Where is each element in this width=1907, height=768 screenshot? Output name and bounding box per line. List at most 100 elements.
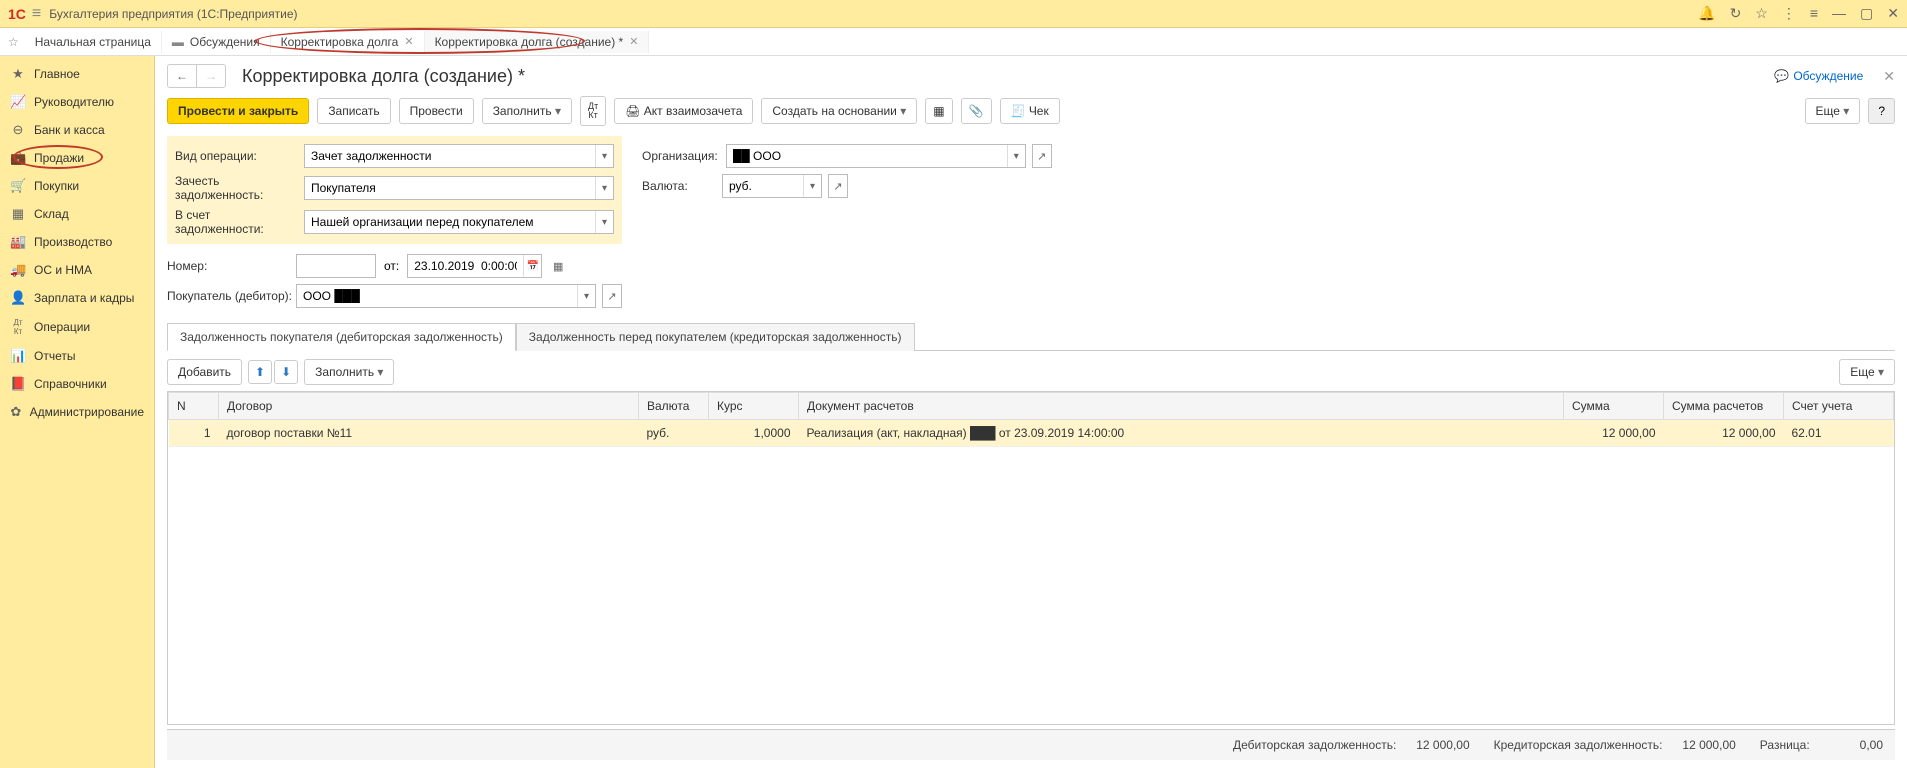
chart-icon: 📈 [10,94,26,110]
date-input[interactable] [408,255,523,277]
create-based-button[interactable]: Создать на основании [761,98,917,124]
close-icon[interactable]: ✕ [629,35,638,48]
against-input[interactable] [305,211,595,233]
maximize-icon[interactable]: ▢ [1860,5,1873,22]
close-page-icon[interactable]: ✕ [1883,68,1895,85]
star-icon[interactable]: ☆ [1755,5,1768,22]
table-fill-button[interactable]: Заполнить [304,359,394,385]
content-area: ← → Корректировка долга (создание) * 💬Об… [155,56,1907,768]
debit-label: Дебиторская задолженность: [1233,738,1396,752]
col-sumcalc[interactable]: Сумма расчетов [1664,393,1784,420]
col-currency[interactable]: Валюта [639,393,709,420]
sidebar: ★Главное 📈Руководителю ⊖Банк и касса 💼Пр… [0,56,155,768]
post-and-close-button[interactable]: Провести и закрыть [167,98,309,124]
sidebar-item-assets[interactable]: 🚚ОС и НМА [0,256,154,284]
org-input[interactable] [727,145,1007,167]
bell-icon[interactable]: 🔔 [1698,5,1715,22]
structure-button[interactable]: ▦ [925,98,952,124]
col-rate[interactable]: Курс [709,393,799,420]
titlebar: 1C ≡ Бухгалтерия предприятия (1С:Предпри… [0,0,1907,28]
op-type-label: Вид операции: [175,149,300,163]
report-icon: 📊 [10,348,26,364]
discussion-icon: ▬ [172,35,184,49]
dropdown-icon[interactable]: ▾ [595,145,613,167]
tab-debtor[interactable]: Задолженность покупателя (дебиторская за… [167,323,516,351]
logo-1c: 1C [8,6,26,22]
calendar-icon[interactable]: 📅 [523,255,541,277]
tab-home[interactable]: Начальная страница [25,31,162,53]
history-icon[interactable]: ↻ [1730,5,1742,22]
tab-discussions[interactable]: ▬Обсуждения [162,31,271,53]
currency-label: Валюта: [642,179,714,193]
data-table: N Договор Валюта Курс Документ расчетов … [167,391,1895,725]
sidebar-item-admin[interactable]: ✿Администрирование [0,398,154,426]
sidebar-item-bank[interactable]: ⊖Банк и касса [0,116,154,144]
col-contract[interactable]: Договор [219,393,639,420]
dropdown-icon[interactable]: ▾ [595,177,613,199]
nav-buttons: ← → [167,64,226,88]
main-toolbar: Провести и закрыть Записать Провести Зап… [167,96,1895,126]
diff-label: Разница: [1760,738,1810,752]
sidebar-item-production[interactable]: 🏭Производство [0,228,154,256]
filter-icon[interactable]: ≡ [1810,5,1818,22]
dropdown-icon[interactable]: ▾ [1007,145,1025,167]
col-doc[interactable]: Документ расчетов [799,393,1564,420]
col-n[interactable]: N [169,393,219,420]
table-more-button[interactable]: Еще [1839,359,1895,385]
sidebar-item-manager[interactable]: 📈Руководителю [0,88,154,116]
dropdown-icon[interactable]: ▾ [595,211,613,233]
fill-button[interactable]: Заполнить [482,98,572,124]
check-button[interactable]: 🧾 Чек [1000,98,1060,124]
against-label: В счет задолженности: [175,208,300,236]
discussion-link[interactable]: 💬Обсуждение [1774,69,1863,83]
open-button[interactable]: ↗ [828,174,848,198]
close-icon[interactable]: ✕ [1887,5,1899,22]
hamburger-icon[interactable]: ≡ [32,5,41,23]
sidebar-item-catalogs[interactable]: 📕Справочники [0,370,154,398]
col-sum[interactable]: Сумма [1564,393,1664,420]
offset-input[interactable] [305,177,595,199]
menu-icon[interactable]: ⋮ [1782,5,1796,22]
tab-correction-new[interactable]: Корректировка долга (создание) *✕ [425,31,650,53]
dtkt-button[interactable]: ДтКт [580,96,606,126]
tab-star-icon[interactable]: ☆ [8,35,19,49]
write-button[interactable]: Записать [317,98,390,124]
back-button[interactable]: ← [168,65,197,87]
sidebar-item-reports[interactable]: 📊Отчеты [0,342,154,370]
tab-correction-1[interactable]: Корректировка долга✕ [271,31,425,53]
date-extra-icon[interactable]: ▦ [548,254,568,278]
tab-creditor[interactable]: Задолженность перед покупателем (кредито… [516,323,915,351]
sidebar-item-salary[interactable]: 👤Зарплата и кадры [0,284,154,312]
sidebar-item-sales[interactable]: 💼Продажи [0,144,154,172]
open-button[interactable]: ↗ [602,284,622,308]
currency-input[interactable] [723,175,803,197]
help-button[interactable]: ? [1868,98,1895,124]
post-button[interactable]: Провести [399,98,474,124]
offset-act-button[interactable]: 🖨 Акт взаимозачета [614,98,753,124]
op-type-input[interactable] [305,145,595,167]
add-row-button[interactable]: Добавить [167,359,242,385]
more-button[interactable]: Еще [1805,98,1861,124]
footer-summary: Дебиторская задолженность: 12 000,00 Кре… [167,729,1895,760]
buyer-input[interactable] [297,285,577,307]
bank-icon: ⊖ [10,122,26,138]
close-icon[interactable]: ✕ [404,35,413,48]
col-account[interactable]: Счет учета [1784,393,1894,420]
sidebar-item-purchases[interactable]: 🛒Покупки [0,172,154,200]
open-button[interactable]: ↗ [1032,144,1052,168]
number-input[interactable] [297,255,375,277]
minimize-icon[interactable]: — [1832,5,1846,22]
move-up-button[interactable]: ⬆ [248,360,272,384]
debit-value: 12 000,00 [1400,738,1470,752]
sidebar-item-operations[interactable]: Дт КтОперации [0,312,154,342]
forward-button[interactable]: → [197,65,225,87]
dropdown-icon[interactable]: ▾ [803,175,821,197]
move-down-button[interactable]: ⬇ [274,360,298,384]
attach-button[interactable]: 📎 [961,98,992,124]
cart-icon: 🛒 [10,178,26,194]
sidebar-item-warehouse[interactable]: ▦Склад [0,200,154,228]
star-icon: ★ [10,66,26,82]
dropdown-icon[interactable]: ▾ [577,285,595,307]
sidebar-item-main[interactable]: ★Главное [0,60,154,88]
table-row[interactable]: 1 договор поставки №11 руб. 1,0000 Реали… [169,420,1894,447]
